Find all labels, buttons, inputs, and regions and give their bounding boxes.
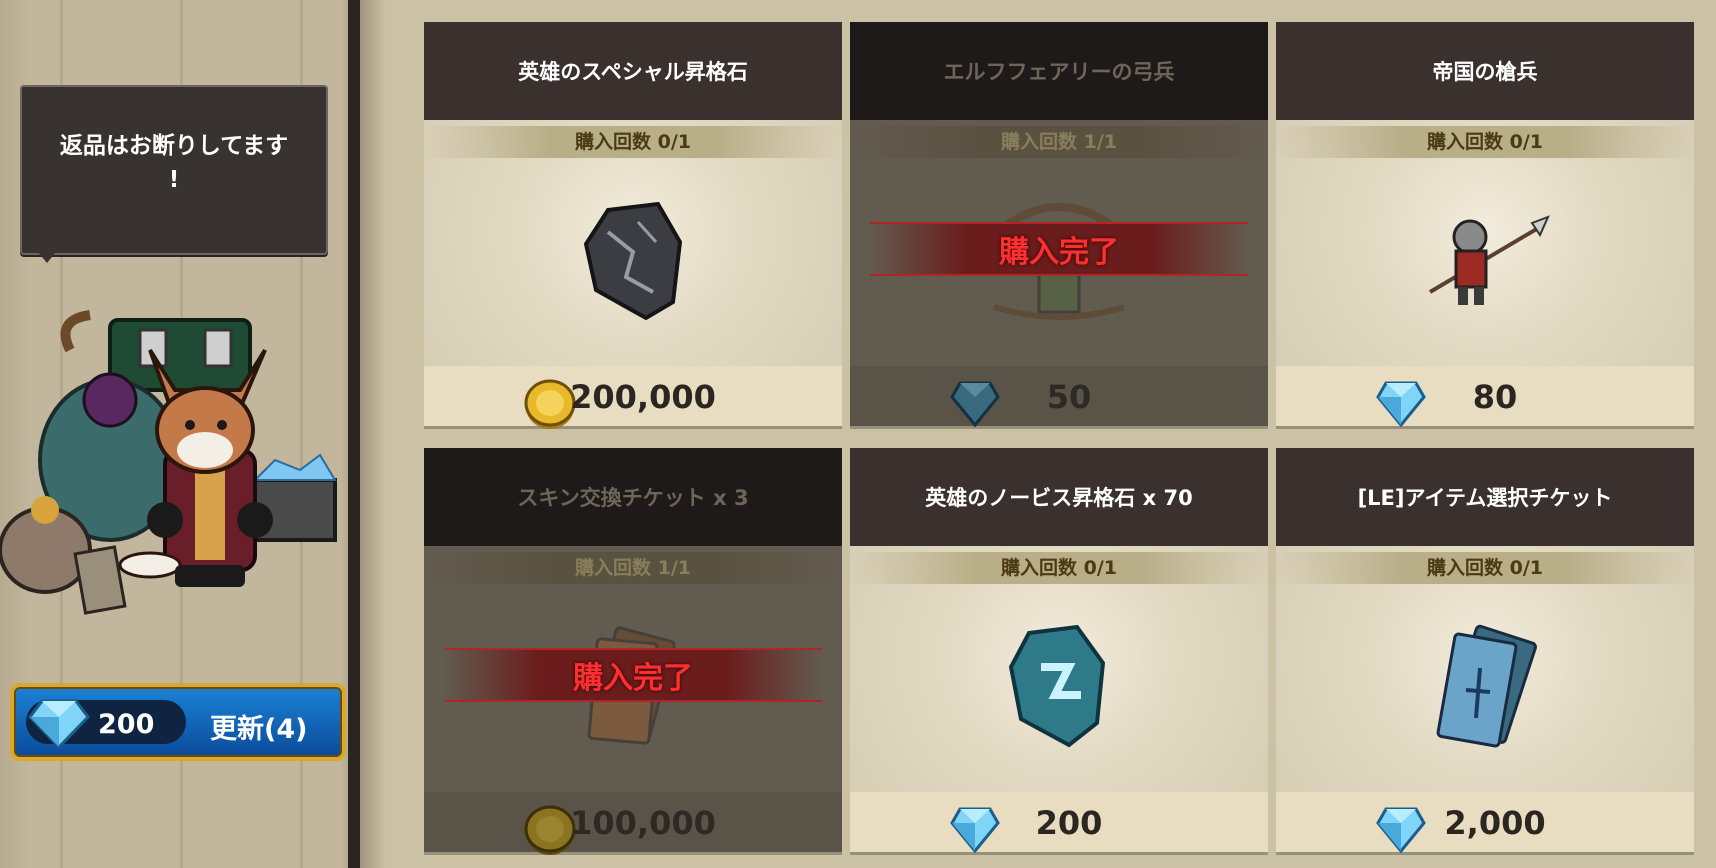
item-price: 100,000: [570, 804, 716, 842]
sold-out-label: 購入完了: [999, 235, 1119, 270]
shop-item-card[interactable]: スキン交換チケット x 3 購入回数 1/1 購入完了 100,000: [424, 448, 842, 855]
shop-item-card[interactable]: 英雄のノービス昇格石 x 70 購入回数 0/1 200: [850, 448, 1268, 854]
shop-item-card[interactable]: 帝国の槍兵 購入回数 0/1 80: [1276, 22, 1694, 428]
purchase-count: 購入回数 0/1: [424, 126, 842, 158]
speech-bubble: 返品はお断りしてます !: [20, 85, 328, 255]
purchase-count: 購入回数 1/1: [850, 126, 1268, 158]
item-price: 200,000: [570, 378, 716, 416]
shop-item-card[interactable]: 英雄のスペシャル昇格石 購入回数 0/1 200,000: [424, 22, 842, 429]
purchase-count: 購入回数 0/1: [1276, 552, 1694, 584]
merchant-panel: 返品はお断りしてます ! 200 更新(4): [0, 0, 385, 868]
purchase-count: 購入回数 0/1: [1276, 126, 1694, 158]
item-title: 帝国の槍兵: [1432, 60, 1538, 84]
diamond-icon: [28, 699, 90, 749]
novice-ascension-stone-icon: [1008, 624, 1106, 748]
speech-text: 返品はお断りしてます !: [59, 133, 289, 193]
sold-out-label: 購入完了: [573, 661, 693, 696]
speech-bubble-tail: [38, 252, 56, 263]
item-price: 50: [1046, 378, 1092, 416]
item-select-ticket-icon: [1436, 624, 1537, 748]
item-title: スキン交換チケット x 3: [517, 486, 749, 510]
dark-ascension-stone-icon: [583, 202, 683, 321]
item-art: [1276, 588, 1694, 788]
purchase-count: 購入回数 1/1: [424, 552, 842, 584]
item-title: 英雄のノービス昇格石 x 70: [925, 486, 1193, 510]
shop-item-card[interactable]: [LE]アイテム選択チケット 購入回数 0/1 2,000: [1276, 448, 1694, 854]
item-art: [1276, 162, 1694, 362]
shop-grid: 英雄のスペシャル昇格石 購入回数 0/1 200,000 エルフフェアリーの弓兵…: [385, 0, 1716, 868]
empire-spearman-icon: [1428, 215, 1550, 305]
item-title: [LE]アイテム選択チケット: [1357, 486, 1613, 510]
item-art: [424, 162, 842, 362]
item-price: 2,000: [1444, 804, 1546, 842]
refresh-shop-button[interactable]: 200 更新(4): [10, 683, 346, 761]
item-title: エルフフェアリーの弓兵: [943, 60, 1175, 84]
item-art: [850, 588, 1268, 788]
purchase-count: 購入回数 0/1: [850, 552, 1268, 584]
item-price: 80: [1472, 378, 1518, 416]
refresh-cost: 200: [98, 709, 155, 740]
shop-item-card[interactable]: エルフフェアリーの弓兵 購入回数 1/1 購入完了 50: [850, 22, 1268, 428]
fox-merchant-illustration: [0, 310, 337, 615]
item-title: 英雄のスペシャル昇格石: [518, 60, 748, 84]
refresh-label: 更新(4): [210, 714, 308, 745]
item-price: 200: [1035, 804, 1103, 842]
